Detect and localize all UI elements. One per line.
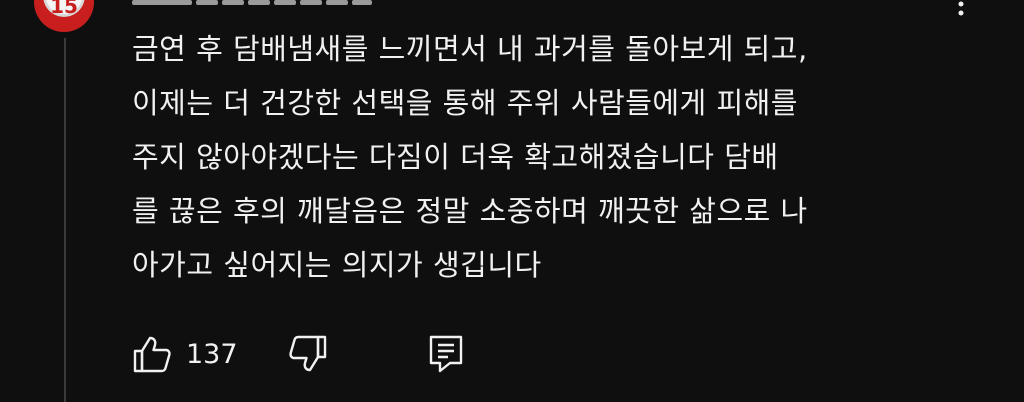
more-vertical-icon[interactable] [954,0,968,22]
comment-header-cropped [132,0,372,8]
avatar-badge-text: 15 [50,0,78,18]
reply-comment-icon [429,335,462,373]
like-button[interactable] [132,334,172,374]
comment-thread: 15 금연 후 담배냄새를 느끼면서 내 과거를 돌아보게 되고, 이제는 더 … [0,0,1024,402]
comment-text: 금연 후 담배냄새를 느끼면서 내 과거를 돌아보게 되고, 이제는 더 건강한… [132,22,952,292]
like-count: 137 [186,338,238,370]
comment-line: 금연 후 담배냄새를 느끼면서 내 과거를 돌아보게 되고, [132,32,808,66]
dislike-button[interactable] [288,334,328,374]
comment-actions: 137 [132,334,464,374]
reply-button[interactable] [428,334,464,374]
thumbs-down-icon [288,335,326,372]
comment-line: 이제는 더 건강한 선택을 통해 주위 사람들에게 피해를 [132,86,798,120]
comment-line: 아가고 싶어지는 의지가 생깁니다 [132,248,542,282]
thumbs-up-icon [133,336,171,373]
avatar[interactable]: 15 [34,0,94,32]
comment-line: 를 끊은 후의 깨달음은 정말 소중하며 깨끗한 삶으로 나 [132,194,808,228]
thread-line [64,38,66,402]
comment-line: 주지 않아야겠다는 다짐이 더욱 확고해졌습니다 담배 [132,140,779,174]
